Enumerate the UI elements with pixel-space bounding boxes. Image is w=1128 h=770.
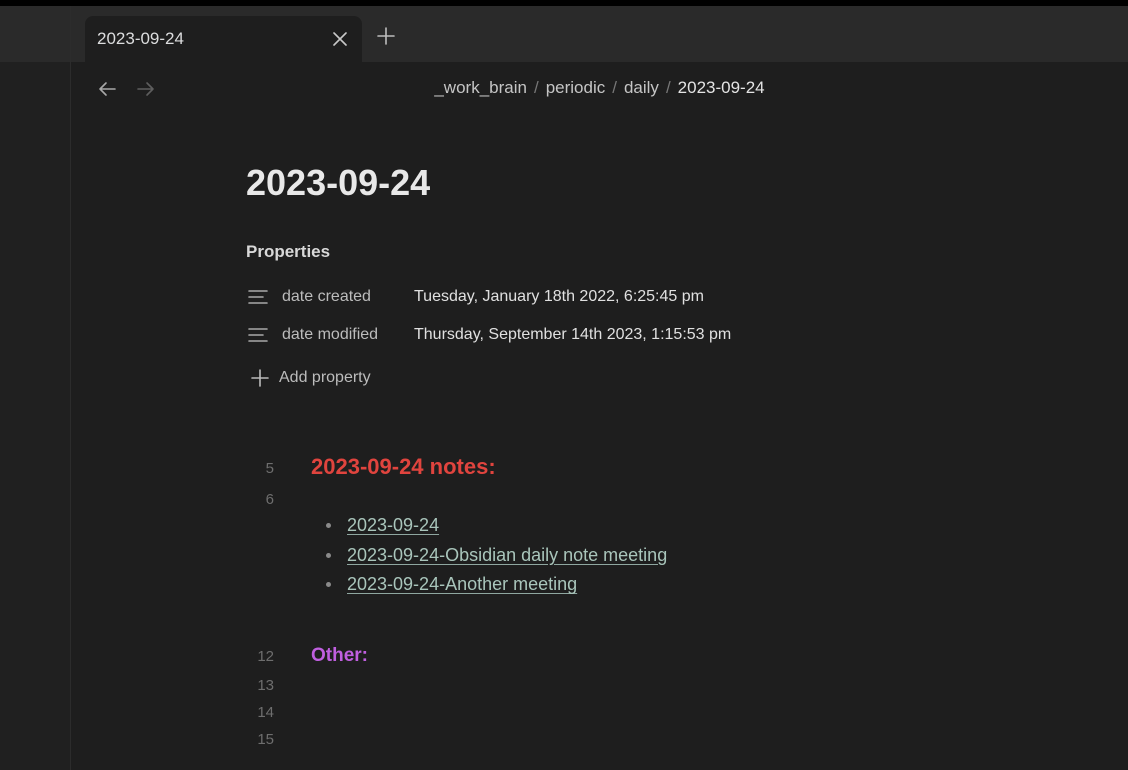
breadcrumb-current[interactable]: 2023-09-24 [678, 78, 765, 97]
line-number: 13 [257, 677, 274, 694]
line-number: 12 [257, 648, 274, 665]
heading-other[interactable]: Other: [311, 645, 368, 667]
link-list: 2023-09-24 2023-09-24-Obsidian daily not… [326, 511, 667, 600]
tab-title: 2023-09-24 [97, 29, 184, 48]
property-row-date-created[interactable]: date created Tuesday, January 18th 2022,… [246, 285, 704, 309]
breadcrumb-separator: / [533, 78, 539, 97]
breadcrumb-item[interactable]: _work_brain [434, 78, 527, 97]
text-lines-icon [246, 285, 270, 309]
line-number: 14 [257, 704, 274, 721]
bullet-icon [326, 582, 331, 588]
left-sidebar-pane [0, 6, 71, 770]
property-row-date-modified[interactable]: date modified Thursday, September 14th 2… [246, 323, 731, 347]
breadcrumb-item[interactable]: periodic [546, 78, 606, 97]
note-title[interactable]: 2023-09-24 [246, 162, 430, 204]
property-key[interactable]: date created [282, 288, 371, 306]
navigation-bar: _work_brain / periodic / daily / 2023-09-24 [71, 62, 1128, 116]
internal-link[interactable]: 2023-09-24-Another meeting [347, 574, 577, 595]
breadcrumb-separator: / [665, 78, 671, 97]
left-sidebar-header [0, 6, 70, 62]
line-number: 15 [257, 731, 274, 748]
breadcrumb: _work_brain / periodic / daily / 2023-09-24 [71, 78, 1128, 98]
internal-link[interactable]: 2023-09-24 [347, 515, 439, 536]
internal-link[interactable]: 2023-09-24-Obsidian daily note meeting [347, 545, 667, 566]
breadcrumb-item[interactable]: daily [624, 78, 659, 97]
new-tab-icon[interactable] [373, 23, 399, 49]
properties-heading[interactable]: Properties [246, 242, 330, 262]
line-number: 6 [265, 491, 274, 508]
list-item: 2023-09-24 [326, 511, 667, 541]
breadcrumb-separator: / [612, 78, 617, 97]
line-number: 5 [265, 460, 274, 477]
bullet-icon [326, 552, 331, 558]
list-item: 2023-09-24-Another meeting [326, 570, 667, 600]
tab-active[interactable]: 2023-09-24 [85, 16, 362, 62]
property-key[interactable]: date modified [282, 326, 378, 344]
bullet-icon [326, 523, 331, 529]
close-icon[interactable] [330, 29, 350, 49]
plus-icon [250, 368, 270, 388]
property-value[interactable]: Tuesday, January 18th 2022, 6:25:45 pm [414, 288, 704, 306]
list-item: 2023-09-24-Obsidian daily note meeting [326, 541, 667, 571]
add-property-label: Add property [279, 369, 371, 386]
text-lines-icon [246, 323, 270, 347]
tab-bar: 2023-09-24 [71, 6, 1128, 62]
heading-notes[interactable]: 2023-09-24 notes: [311, 454, 496, 480]
add-property-button[interactable]: Add property [250, 366, 371, 390]
property-value[interactable]: Thursday, September 14th 2023, 1:15:53 p… [414, 326, 731, 344]
